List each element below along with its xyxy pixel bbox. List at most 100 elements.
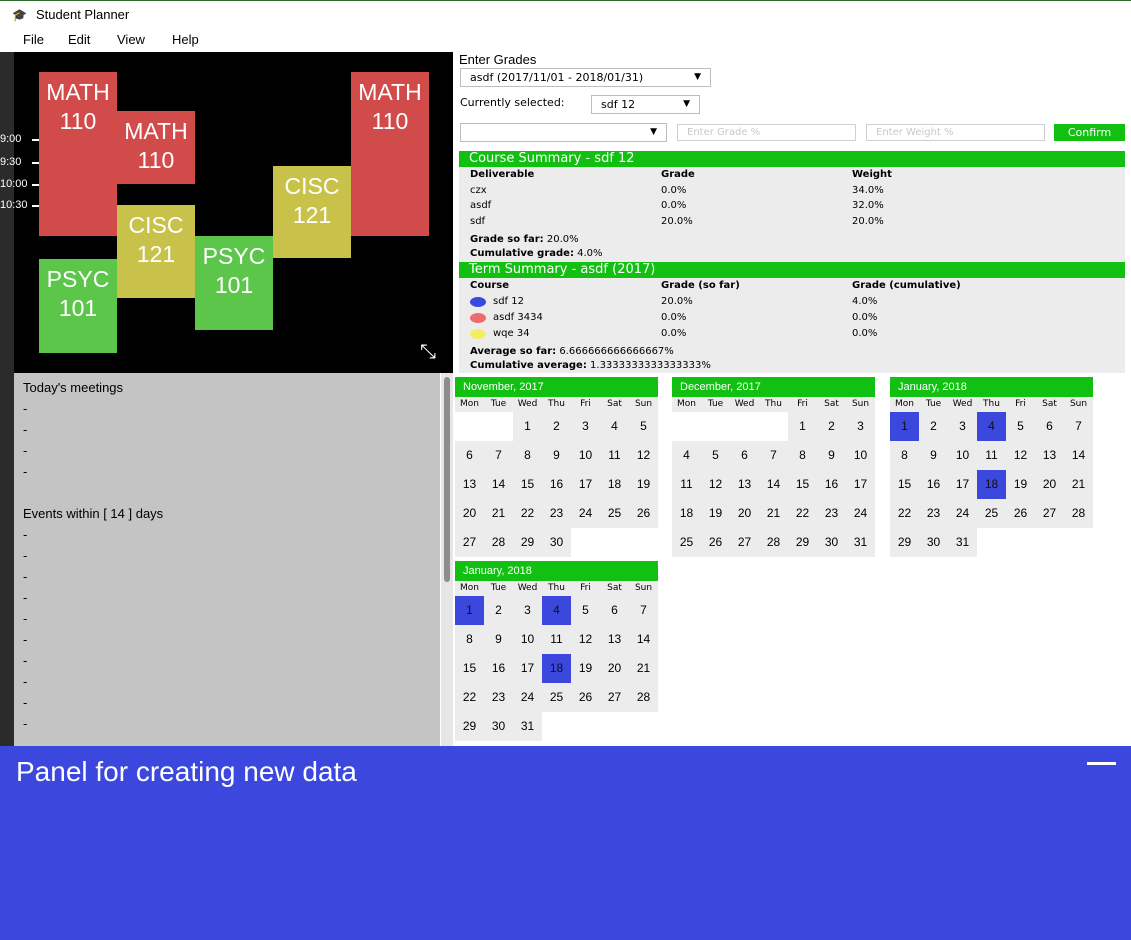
calendar-day[interactable]: 28 — [629, 683, 658, 712]
calendar-day[interactable]: 7 — [629, 596, 658, 625]
calendar-day[interactable]: 6 — [600, 596, 629, 625]
calendar-day[interactable]: 14 — [1064, 441, 1093, 470]
calendar-day[interactable]: 1 — [788, 412, 817, 441]
calendar-day[interactable]: 2 — [542, 412, 571, 441]
calendar-day[interactable]: 2 — [484, 596, 513, 625]
calendar-day[interactable]: 10 — [571, 441, 600, 470]
expand-icon[interactable]: ⤡ — [420, 341, 440, 361]
calendar-day[interactable]: 8 — [788, 441, 817, 470]
calendar-day[interactable]: 13 — [1035, 441, 1064, 470]
calendar-day[interactable]: 18 — [542, 654, 571, 683]
calendar-day[interactable]: 13 — [455, 470, 484, 499]
calendar-day[interactable]: 1 — [890, 412, 919, 441]
calendar-day[interactable]: 26 — [701, 528, 730, 557]
calendar-day[interactable]: 13 — [600, 625, 629, 654]
calendar-day[interactable]: 19 — [1006, 470, 1035, 499]
calendar-day[interactable]: 7 — [484, 441, 513, 470]
calendar-day[interactable]: 11 — [977, 441, 1006, 470]
calendar-day[interactable]: 6 — [1035, 412, 1064, 441]
calendar-day[interactable]: 16 — [817, 470, 846, 499]
deliverable-select[interactable]: ▼ — [460, 123, 667, 142]
calendar-day[interactable]: 23 — [542, 499, 571, 528]
calendar-day[interactable]: 1 — [455, 596, 484, 625]
calendar-day[interactable]: 28 — [1064, 499, 1093, 528]
class-block-math-110[interactable]: MATH 110 — [39, 72, 117, 236]
calendar-day[interactable]: 30 — [919, 528, 948, 557]
calendar-day[interactable]: 8 — [513, 441, 542, 470]
calendar-day[interactable]: 17 — [513, 654, 542, 683]
calendar-day[interactable]: 21 — [759, 499, 788, 528]
class-block-math-110[interactable]: MATH 110 — [351, 72, 429, 236]
calendar-day[interactable]: 3 — [513, 596, 542, 625]
calendar-day[interactable]: 10 — [846, 441, 875, 470]
calendar-day[interactable]: 25 — [977, 499, 1006, 528]
class-block-psyc-101[interactable]: PSYC 101 — [195, 236, 273, 330]
calendar-day[interactable]: 27 — [455, 528, 484, 557]
calendar-day[interactable]: 31 — [846, 528, 875, 557]
calendar-day[interactable]: 5 — [701, 441, 730, 470]
calendar-day[interactable]: 18 — [977, 470, 1006, 499]
calendar-day[interactable]: 30 — [817, 528, 846, 557]
calendar-day[interactable]: 26 — [1006, 499, 1035, 528]
calendar-day[interactable]: 9 — [919, 441, 948, 470]
calendar-day[interactable]: 16 — [919, 470, 948, 499]
term-select[interactable]: asdf (2017/11/01 - 2018/01/31) ▼ — [460, 68, 711, 87]
calendar-day[interactable]: 10 — [513, 625, 542, 654]
calendar-day[interactable]: 24 — [948, 499, 977, 528]
calendar-day[interactable]: 3 — [846, 412, 875, 441]
weight-input[interactable]: Enter Weight % — [866, 124, 1045, 141]
class-block-psyc-101[interactable]: PSYC 101 — [39, 259, 117, 353]
calendar-day[interactable]: 4 — [600, 412, 629, 441]
calendar-day[interactable]: 22 — [890, 499, 919, 528]
calendar-day[interactable]: 4 — [542, 596, 571, 625]
confirm-button[interactable]: Confirm — [1054, 124, 1125, 141]
calendar-day[interactable]: 4 — [672, 441, 701, 470]
calendar-day[interactable]: 29 — [513, 528, 542, 557]
calendar-day[interactable]: 22 — [788, 499, 817, 528]
menu-edit[interactable]: Edit — [68, 32, 90, 47]
calendar-day[interactable]: 30 — [484, 712, 513, 741]
calendar-day[interactable]: 18 — [672, 499, 701, 528]
calendar-day[interactable]: 5 — [629, 412, 658, 441]
calendar-day[interactable]: 14 — [484, 470, 513, 499]
calendar-day[interactable]: 7 — [759, 441, 788, 470]
calendar-day[interactable]: 21 — [484, 499, 513, 528]
calendar-day[interactable]: 29 — [788, 528, 817, 557]
calendar-day[interactable]: 17 — [846, 470, 875, 499]
calendar-day[interactable]: 20 — [600, 654, 629, 683]
calendar-day[interactable]: 14 — [629, 625, 658, 654]
calendar-day[interactable]: 15 — [788, 470, 817, 499]
grade-input[interactable]: Enter Grade % — [677, 124, 856, 141]
calendar-day[interactable]: 24 — [846, 499, 875, 528]
class-block-cisc-121[interactable]: CISC 121 — [117, 205, 195, 298]
calendar-day[interactable]: 6 — [455, 441, 484, 470]
calendar-day[interactable]: 9 — [484, 625, 513, 654]
calendar-day[interactable]: 1 — [513, 412, 542, 441]
calendar-day[interactable]: 11 — [672, 470, 701, 499]
calendar-day[interactable]: 15 — [890, 470, 919, 499]
calendar-day[interactable]: 28 — [484, 528, 513, 557]
calendar-day[interactable]: 23 — [484, 683, 513, 712]
calendar-day[interactable]: 10 — [948, 441, 977, 470]
calendar-day[interactable]: 11 — [542, 625, 571, 654]
calendar-day[interactable]: 12 — [629, 441, 658, 470]
calendar-day[interactable]: 12 — [701, 470, 730, 499]
calendar-day[interactable]: 18 — [600, 470, 629, 499]
minimize-icon[interactable] — [1087, 762, 1116, 765]
menu-view[interactable]: View — [117, 32, 145, 47]
calendar-day[interactable]: 27 — [1035, 499, 1064, 528]
calendar-day[interactable]: 16 — [484, 654, 513, 683]
calendar-day[interactable]: 31 — [948, 528, 977, 557]
calendar-day[interactable]: 9 — [542, 441, 571, 470]
calendar-day[interactable]: 3 — [948, 412, 977, 441]
calendar-day[interactable]: 11 — [600, 441, 629, 470]
calendar-day[interactable]: 17 — [571, 470, 600, 499]
calendar-day[interactable]: 12 — [1006, 441, 1035, 470]
menu-file[interactable]: File — [23, 32, 44, 47]
calendar-day[interactable]: 15 — [513, 470, 542, 499]
calendar-day[interactable]: 2 — [817, 412, 846, 441]
calendar-day[interactable]: 21 — [629, 654, 658, 683]
calendar-day[interactable]: 6 — [730, 441, 759, 470]
calendar-day[interactable]: 27 — [730, 528, 759, 557]
calendar-day[interactable]: 9 — [817, 441, 846, 470]
